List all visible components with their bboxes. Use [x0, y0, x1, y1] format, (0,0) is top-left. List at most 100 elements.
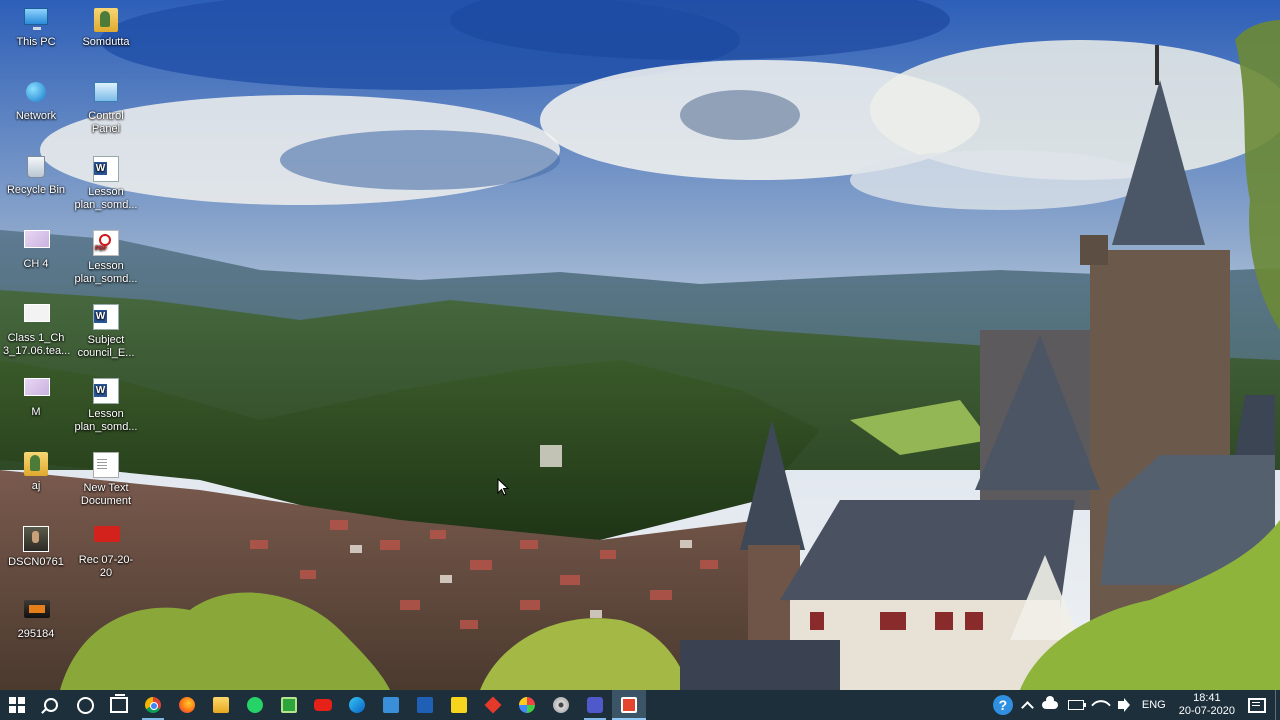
desktop-icon-295184[interactable]: 295184 [3, 596, 69, 666]
show-hidden-icons-button[interactable] [1018, 690, 1037, 720]
desktop-icon-rec[interactable]: Rec 07-20-20 [73, 522, 139, 592]
desktop-icon-label: New Text Document [80, 482, 132, 507]
desktop-icon-m[interactable]: M [3, 374, 69, 444]
desktop-icon-subject-council[interactable]: Subject council_E... [73, 300, 139, 370]
taskbar-app-camtasia[interactable] [272, 690, 306, 720]
wifi-icon [1090, 695, 1111, 715]
show-desktop-button[interactable] [1275, 690, 1280, 720]
desktop-icon-network[interactable]: Network [3, 78, 69, 148]
image-file-icon [24, 378, 50, 402]
taskbar-app-youtube[interactable] [306, 690, 340, 720]
taskbar-app-media-player[interactable] [544, 690, 578, 720]
desktop-icon-new-text-document[interactable]: New Text Document [73, 448, 139, 518]
cortana-button[interactable] [68, 690, 102, 720]
desktop-icon-label: aj [31, 480, 41, 492]
taskbar-app-screen-recorder[interactable] [612, 690, 646, 720]
network-icon [24, 82, 48, 106]
word-document-icon [93, 304, 119, 330]
taskbar-app-whatsapp[interactable] [238, 690, 272, 720]
notification-icon [1248, 697, 1266, 713]
red-app-icon [484, 696, 502, 714]
task-view-button[interactable] [102, 690, 136, 720]
user-folder-icon [24, 452, 48, 476]
taskbar-app-sticky-notes[interactable] [442, 690, 476, 720]
windows-logo-icon [9, 697, 25, 713]
pdf-document-icon [93, 230, 119, 256]
tray-language[interactable]: ENG [1129, 690, 1171, 720]
recycle-bin-icon [24, 156, 48, 180]
help-icon: ? [992, 695, 1013, 715]
zoom-app-icon [383, 697, 399, 713]
task-view-icon [110, 694, 128, 713]
taskbar-app-chrome[interactable] [136, 690, 170, 720]
media-player-icon [553, 697, 569, 713]
desktop-icon-lesson-plan-1[interactable]: Lesson plan_somd... [73, 152, 139, 222]
taskbar-app-file-explorer[interactable] [204, 690, 238, 720]
desktop-icon-label: Somdutta [82, 36, 130, 48]
taskbar-app-firefox[interactable] [170, 690, 204, 720]
desktop-icon-class1-ch3[interactable]: Class 1_Ch 3_17.06.tea... [3, 300, 71, 370]
search-button[interactable] [34, 690, 68, 720]
desktop-icon-label: M [31, 406, 41, 418]
cortana-circle-icon [76, 696, 94, 714]
desktop-icon-ch4[interactable]: CH 4 [3, 226, 69, 296]
word-document-icon [93, 156, 119, 182]
image-file-icon [24, 304, 50, 328]
clock-date: 20-07-2020 [1178, 705, 1235, 717]
chevron-up-icon [1021, 700, 1034, 714]
paint-app-icon [519, 697, 535, 713]
tray-help-button[interactable]: ? [988, 690, 1018, 720]
desktop-icon-label: Rec 07-20-20 [78, 554, 134, 579]
clock-time: 18:41 [1193, 692, 1221, 704]
desktop-icon-lesson-plan-pdf[interactable]: Lesson plan_somd... [73, 226, 139, 296]
desktop-icon-label: CH 4 [23, 258, 49, 270]
tray-clock[interactable]: 18:41 20-07-2020 [1171, 690, 1243, 720]
desktop-icon-label: Lesson plan_somd... [74, 186, 138, 211]
desktop-icon-label: Class 1_Ch 3_17.06.tea... [3, 332, 71, 357]
desktop-icon-aj[interactable]: aj [3, 448, 69, 518]
desktop-icon-somdutta[interactable]: Somdutta [73, 4, 139, 74]
youtube-icon [314, 699, 332, 711]
user-folder-icon [94, 8, 118, 32]
taskbar: ? ENG 18:41 20-07-2020 [0, 690, 1280, 720]
desktop-icon-dscn0761[interactable]: DSCN0761 [3, 522, 69, 592]
desktop-icon-this-pc[interactable]: This PC [3, 4, 69, 74]
taskbar-app-edge[interactable] [340, 690, 374, 720]
battery-icon [1067, 700, 1086, 710]
desktop-icon-label: Recycle Bin [6, 184, 66, 196]
tray-wifi[interactable] [1089, 690, 1113, 720]
taskbar-app-red[interactable] [476, 690, 510, 720]
system-tray: ? ENG 18:41 20-07-2020 [988, 690, 1280, 720]
taskbar-app-mail[interactable] [408, 690, 442, 720]
sticky-notes-icon [451, 697, 467, 713]
start-button[interactable] [0, 690, 34, 720]
taskbar-app-teams[interactable] [578, 690, 612, 720]
control-panel-icon [94, 82, 118, 106]
video-file-icon [24, 600, 50, 624]
desktop-icon-recycle-bin[interactable]: Recycle Bin [3, 152, 69, 222]
cloud-icon [1041, 696, 1058, 709]
word-document-icon [93, 378, 119, 404]
tray-onedrive[interactable] [1037, 690, 1063, 720]
tray-volume[interactable] [1113, 690, 1130, 720]
edge-icon [349, 697, 365, 713]
taskbar-app-zoom[interactable] [374, 690, 408, 720]
desktop-icon-label: Subject council_E... [77, 334, 135, 359]
desktop-icon-label: 295184 [17, 628, 55, 640]
desktop-wallpaper [0, 0, 1280, 690]
search-icon [44, 698, 58, 712]
mail-icon [417, 697, 433, 713]
recording-icon [94, 526, 120, 550]
whatsapp-icon [247, 697, 263, 713]
action-center-button[interactable] [1243, 690, 1271, 720]
language-indicator: ENG [1141, 699, 1166, 711]
taskbar-app-paint[interactable] [510, 690, 544, 720]
speaker-icon [1117, 698, 1130, 712]
desktop-icon-lesson-plan-2[interactable]: Lesson plan_somd... [73, 374, 139, 444]
desktop-icon-control-panel[interactable]: Control Panel [73, 78, 139, 148]
tray-battery[interactable] [1063, 690, 1089, 720]
desktop-icon-label: DSCN0761 [8, 556, 64, 568]
image-file-icon [24, 230, 50, 254]
desktop-icon-label: This PC [16, 36, 56, 48]
photo-icon [23, 526, 49, 552]
